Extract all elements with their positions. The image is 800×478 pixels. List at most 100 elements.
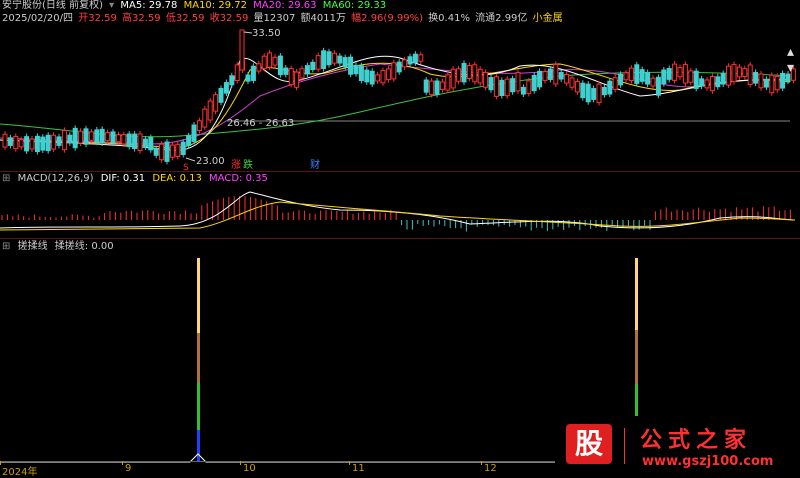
candle-body [358, 65, 364, 81]
signal-bar-2-yellow [635, 258, 638, 330]
candle-body [585, 83, 591, 103]
candle-body [142, 138, 148, 148]
candle-body [94, 129, 100, 143]
candle-body [747, 64, 753, 85]
candle-body [13, 135, 19, 150]
axis-tick-10: 10 [243, 463, 256, 474]
collapse-down-icon[interactable]: ▾ [787, 60, 794, 76]
marker-cai: 财 [310, 158, 320, 171]
indicator-name[interactable]: 搓揉线 [18, 241, 48, 252]
candle-body [704, 79, 710, 89]
candle-body [439, 81, 445, 91]
candle-body [488, 77, 494, 91]
candle-body [412, 53, 418, 64]
candle-body [223, 82, 229, 94]
candle-body [774, 75, 780, 91]
signal-bar-2-brown [635, 330, 638, 384]
candle-body [612, 77, 618, 90]
candle-body [245, 74, 251, 82]
candle-body [618, 73, 624, 86]
candle-body [137, 133, 143, 152]
candle-body [299, 68, 305, 79]
candle-body [742, 68, 748, 78]
axis-tick-12: 12 [484, 463, 497, 474]
candle-body [105, 132, 111, 142]
candle-body [18, 139, 24, 148]
candle-body [277, 55, 283, 76]
candle-body [342, 57, 348, 68]
candle-body [364, 69, 370, 83]
candle-body [7, 137, 13, 146]
candle-body [267, 52, 273, 68]
candle-body [499, 79, 505, 97]
candle-body [56, 136, 62, 146]
candle-body [51, 134, 57, 150]
signal-bar-1-blue [197, 430, 200, 462]
candle-body [234, 64, 240, 82]
candle-body [169, 144, 175, 158]
candle-body [153, 148, 159, 156]
candle-body [418, 54, 424, 62]
candle-body [148, 137, 154, 151]
time-axis: 2024年 9 10 11 12 [0, 461, 560, 478]
candle-body [634, 64, 640, 84]
candle-body [380, 70, 386, 84]
collapse-up-icon[interactable]: ▴ [787, 44, 794, 60]
candle-body [191, 124, 197, 142]
macd-label: ⊞ MACD(12,26,9) DIF: 0.31 DEA: 0.13 MACD… [2, 173, 272, 185]
candle-body [693, 70, 699, 89]
indicator-icon[interactable]: ⊞ [2, 241, 10, 252]
candle-body [472, 64, 478, 83]
candle-body [202, 108, 208, 128]
candle-body [326, 51, 332, 66]
candle-body [601, 86, 607, 96]
candle-body [628, 67, 634, 82]
panel-separator-2 [0, 238, 800, 239]
candle-body [180, 141, 186, 155]
candle-body [99, 128, 105, 144]
candle-body [396, 61, 402, 73]
candle-body [677, 67, 683, 78]
macd-dif-line [0, 191, 796, 229]
macd-dea: DEA: 0.13 [152, 173, 202, 184]
candle-body [126, 133, 132, 148]
candle-body [407, 56, 413, 65]
candle-body [288, 68, 294, 86]
signal-bar-1-yellow [197, 258, 200, 333]
macd-name[interactable]: MACD(12,26,9) [18, 173, 94, 184]
candle-body [650, 77, 656, 87]
high-price-label: 33.50 [252, 28, 281, 39]
candle-body [218, 88, 224, 103]
candle-body [186, 135, 192, 147]
candle-body [661, 69, 667, 85]
candle-body [256, 63, 262, 72]
candle-body [596, 83, 602, 104]
candle-body [61, 130, 67, 151]
candles-group [2, 29, 796, 165]
candle-body [639, 69, 645, 82]
candle-body [655, 76, 661, 96]
candle-body [515, 72, 521, 92]
candle-body [564, 73, 570, 84]
candle-body [375, 74, 381, 82]
candle-body [283, 67, 289, 75]
candle-body [175, 143, 181, 157]
candle-body [213, 94, 219, 112]
range-label: 26.46 - 26.63 [227, 118, 294, 129]
candle-body [726, 65, 732, 86]
candle-body [164, 141, 170, 162]
candle-body [450, 68, 456, 89]
signal-bar-1-green [197, 383, 200, 430]
candle-body [391, 62, 397, 80]
candle-body [461, 62, 467, 83]
candle-body [763, 78, 769, 88]
candle-body [83, 128, 89, 145]
candle-body [720, 73, 726, 85]
axis-tick-9: 9 [125, 463, 132, 474]
macd-icon[interactable]: ⊞ [2, 173, 10, 184]
candle-body [337, 55, 343, 64]
macd-value: MACD: 0.35 [209, 173, 268, 184]
candle-body [29, 138, 35, 150]
candle-body [769, 74, 775, 94]
panel-separator-1 [0, 171, 800, 172]
